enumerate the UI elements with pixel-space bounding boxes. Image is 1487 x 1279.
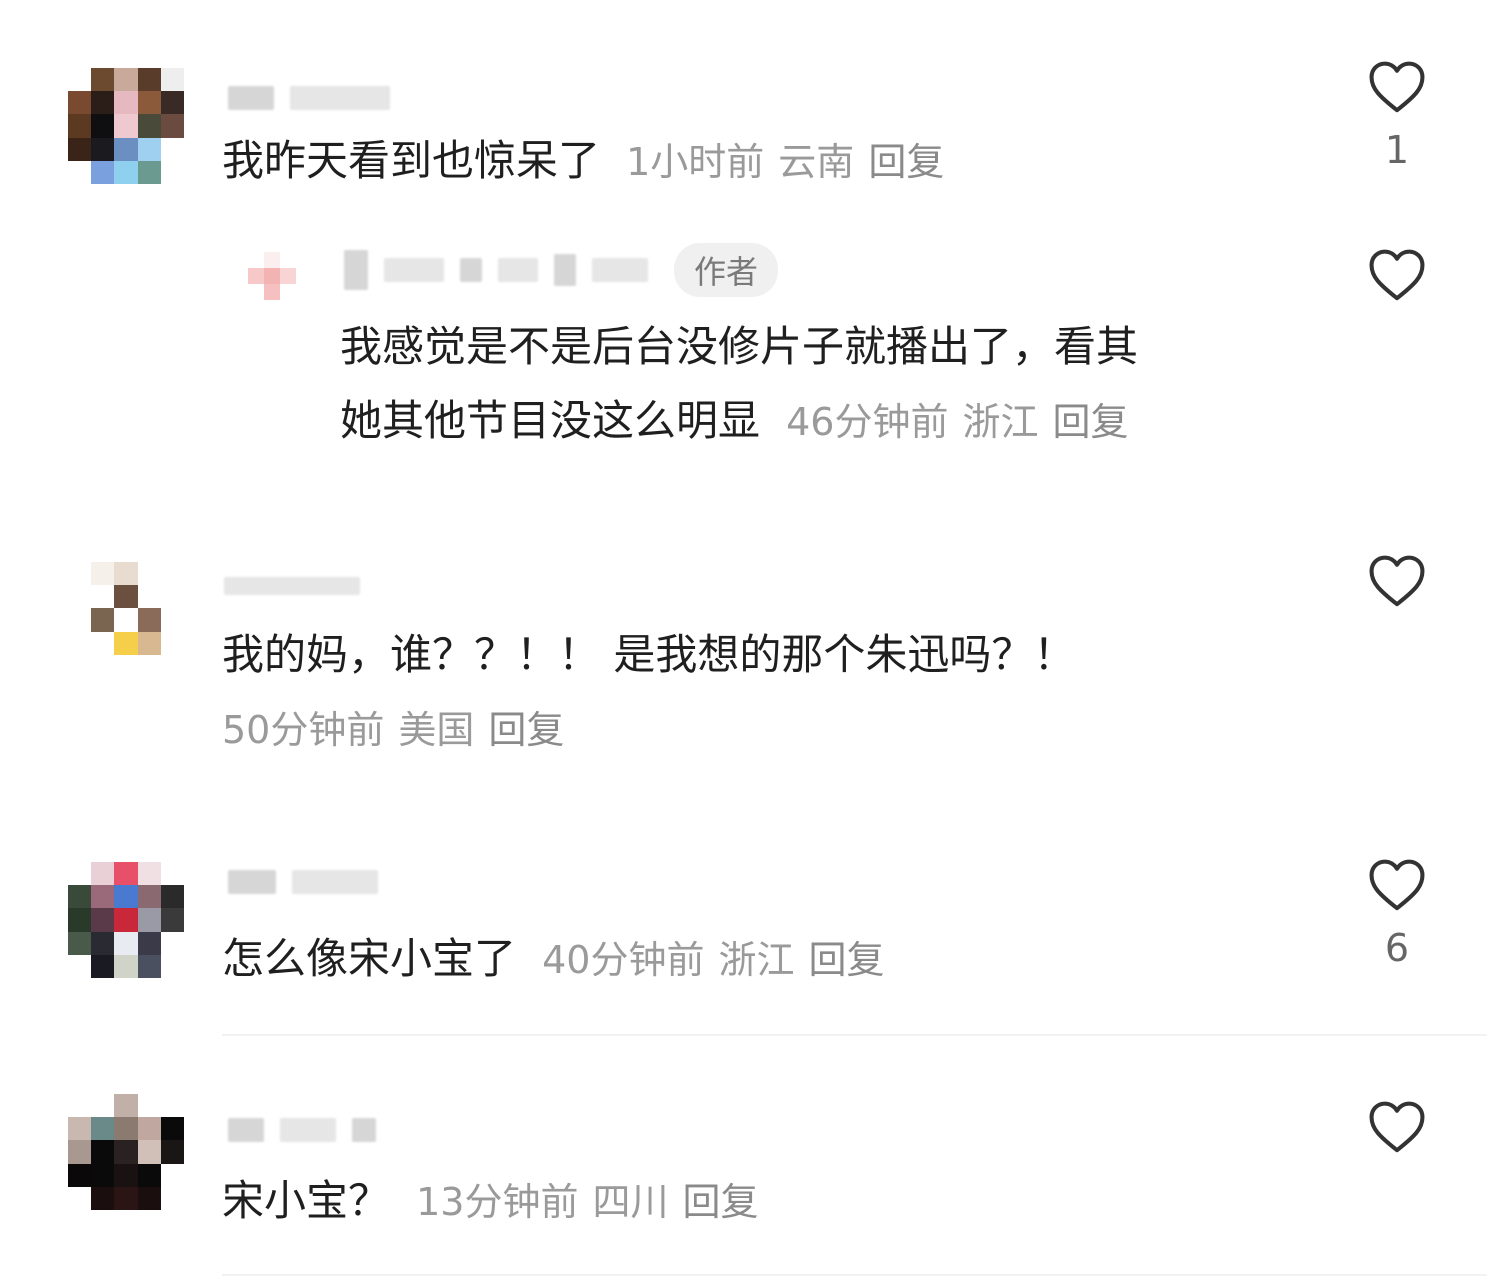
avatar[interactable] xyxy=(68,1094,184,1210)
avatar[interactable] xyxy=(68,68,184,184)
reply-button[interactable]: 回复 xyxy=(868,140,944,184)
reply-text-line1: 我感觉是不是后台没修片子就播出了，看其 xyxy=(340,322,1139,371)
reply-button[interactable]: 回复 xyxy=(682,1180,758,1224)
comment-time: 1小时前 xyxy=(626,140,765,184)
comment-location: 四川 xyxy=(592,1180,669,1224)
reply-button[interactable]: 回复 xyxy=(488,708,564,752)
reply-text-line2: 她其他节目没这么明显 xyxy=(340,396,761,445)
username-blurred[interactable] xyxy=(224,566,360,606)
username-blurred[interactable] xyxy=(228,78,390,118)
like-button[interactable]: 1 xyxy=(1366,58,1428,172)
avatar[interactable] xyxy=(68,562,184,678)
avatar[interactable] xyxy=(232,236,312,316)
comment-location: 浙江 xyxy=(962,400,1039,444)
comment-text: 我的妈，谁？？！！ 是我想的那个朱迅吗？！ xyxy=(222,630,1076,679)
like-button[interactable] xyxy=(1366,246,1428,302)
username-blurred[interactable]: 作者 xyxy=(344,243,779,297)
comment-time: 40分钟前 xyxy=(542,938,705,982)
comment-body: 我昨天看到也惊呆了 1小时前 云南 回复 xyxy=(222,124,944,199)
comment-location: 浙江 xyxy=(718,938,795,982)
reply-button[interactable]: 回复 xyxy=(808,938,884,982)
like-count: 6 xyxy=(1384,926,1410,970)
username-blurred[interactable] xyxy=(228,1110,376,1150)
reply-button[interactable]: 回复 xyxy=(1052,400,1128,444)
author-badge: 作者 xyxy=(674,243,779,297)
heart-outline-icon xyxy=(1369,859,1425,911)
like-button[interactable] xyxy=(1366,1098,1428,1154)
comment-time: 46分钟前 xyxy=(786,400,949,444)
comment-body: 我的妈，谁？？！！ 是我想的那个朱迅吗？！ 50分钟前 美国 回复 xyxy=(222,618,1075,768)
comment-body: 宋小宝？ 13分钟前 四川 回复 xyxy=(222,1164,759,1239)
comment-time: 13分钟前 xyxy=(416,1180,579,1224)
avatar[interactable] xyxy=(68,862,184,978)
heart-outline-icon xyxy=(1369,61,1425,113)
like-button[interactable] xyxy=(1366,552,1428,608)
divider xyxy=(222,1274,1487,1276)
comment-text: 宋小宝？ xyxy=(222,1176,391,1225)
heart-outline-icon xyxy=(1369,555,1425,607)
heart-outline-icon xyxy=(1369,1101,1425,1153)
comment-location: 云南 xyxy=(778,140,855,184)
comment-time: 50分钟前 xyxy=(222,708,385,752)
username-blurred[interactable] xyxy=(228,862,378,902)
comment-location: 美国 xyxy=(398,708,475,752)
reply-body: 我感觉是不是后台没修片子就播出了，看其 她其他节目没这么明显 46分钟前 浙江 回复 xyxy=(340,310,1138,459)
heart-outline-icon xyxy=(1369,249,1425,301)
comment-text: 怎么像宋小宝了 xyxy=(222,934,517,983)
like-button[interactable]: 6 xyxy=(1366,856,1428,970)
comment-text: 我昨天看到也惊呆了 xyxy=(222,136,601,185)
comment-body: 怎么像宋小宝了 40分钟前 浙江 回复 xyxy=(222,922,885,997)
divider xyxy=(222,1034,1487,1036)
like-count: 1 xyxy=(1384,128,1410,172)
